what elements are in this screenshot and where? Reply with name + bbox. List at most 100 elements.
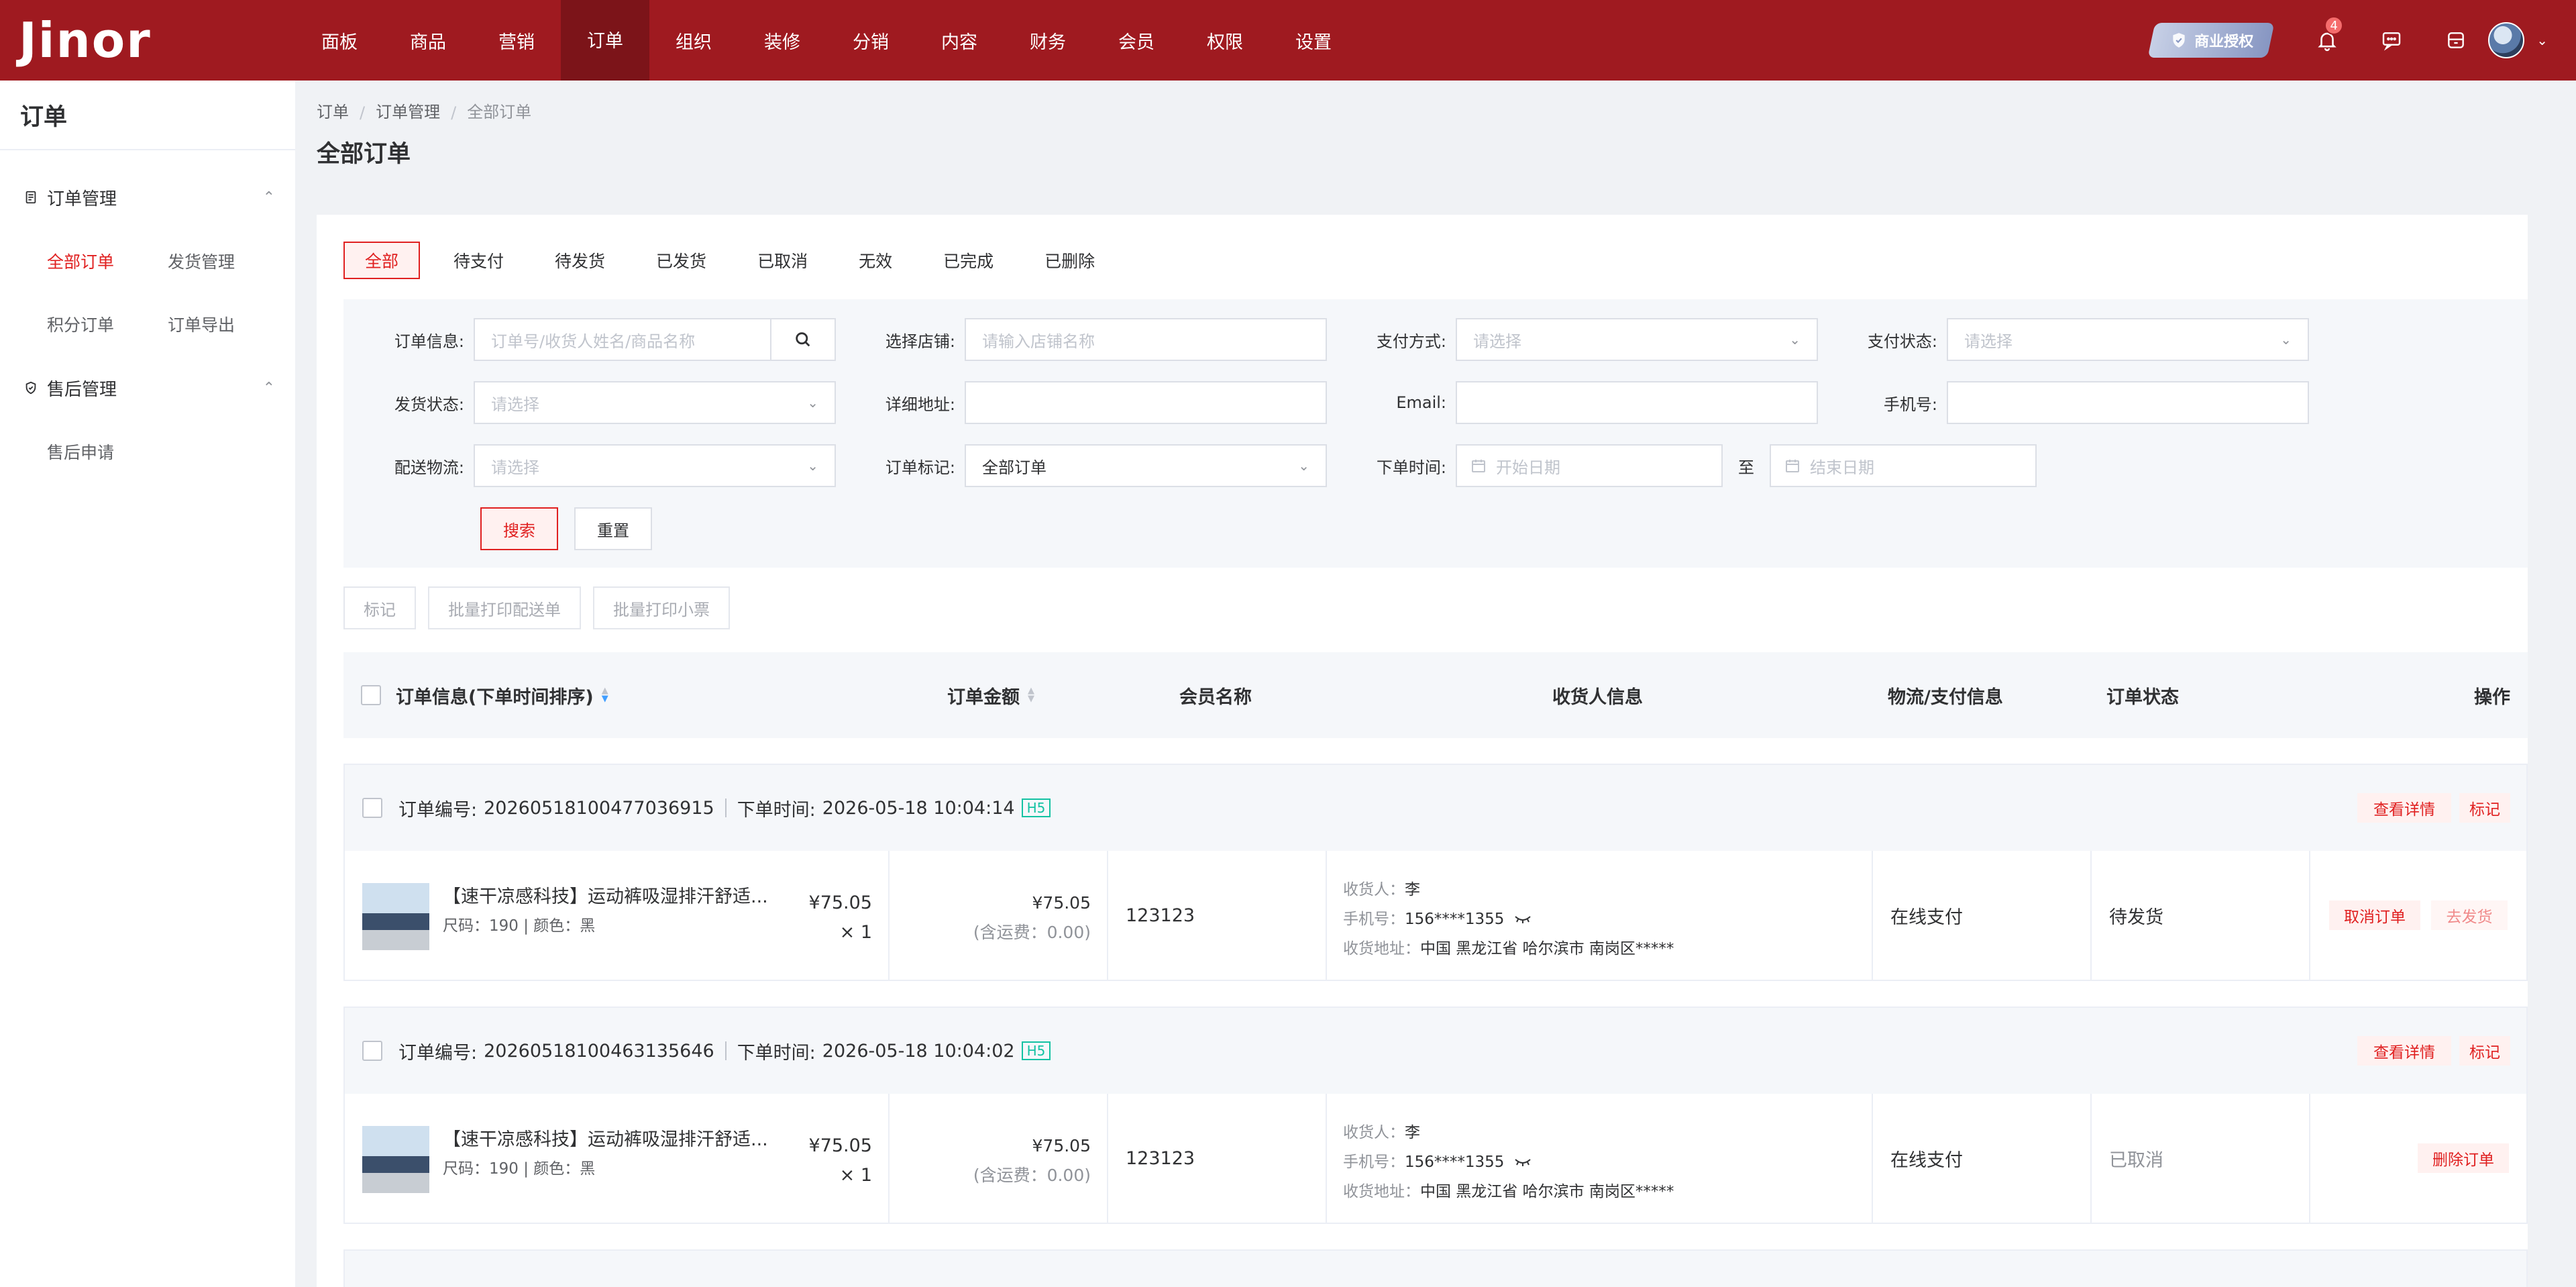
order-card-header: 订单编号: 20260518100477036915 下单时间: 2026-05… (345, 765, 2526, 851)
pay-status-select[interactable]: 请选择 ⌄ (1947, 318, 2309, 361)
order-card: 订单编号: 20260518100463135646 下单时间: 2026-05… (343, 1007, 2528, 1224)
nav-products[interactable]: 商品 (384, 0, 472, 81)
tab-deleted[interactable]: 已删除 (1027, 242, 1112, 279)
batch-print-receipt-button[interactable]: 批量打印小票 (593, 586, 730, 629)
tab-cancelled[interactable]: 已取消 (740, 242, 825, 279)
product-thumbnail[interactable] (362, 883, 429, 950)
mark-button[interactable]: 标记 (2459, 793, 2510, 823)
order-search-button[interactable] (771, 318, 836, 361)
product-thumbnail[interactable] (362, 1126, 429, 1193)
select-all-checkbox[interactable] (361, 685, 381, 705)
top-header: Jinor 面板 商品 营销 订单 组织 装修 分销 内容 财务 会员 权限 设… (0, 0, 2576, 81)
order-checkbox[interactable] (362, 1041, 382, 1061)
logistics-label: 配送物流: (394, 458, 464, 477)
order-mark-select[interactable]: 全部订单 ⌄ (965, 444, 1327, 487)
order-no: 20260518100477036915 (484, 797, 714, 819)
nav-distribution[interactable]: 分销 (826, 0, 915, 81)
orders-panel: 全部 待支付 待发货 已发货 已取消 无效 已完成 已删除 订单信息: 订单号/… (317, 215, 2528, 1287)
order-info-input[interactable]: 订单号/收货人姓名/商品名称 (474, 318, 771, 361)
breadcrumb: 订单 / 订单管理 / 全部订单 (317, 81, 2528, 122)
end-date-picker[interactable]: 结束日期 (1770, 444, 2037, 487)
logistics-select[interactable]: 请选择 ⌄ (474, 444, 836, 487)
view-detail-button[interactable]: 查看详情 (2357, 793, 2451, 823)
cancel-order-button[interactable]: 取消订单 (2329, 900, 2420, 930)
address-label: 收货地址： (1343, 940, 1420, 958)
eye-closed-icon[interactable] (1513, 1155, 1532, 1169)
amount-cell: ¥75.05 (含运费：0.00) (890, 851, 1108, 980)
breadcrumb-current: 全部订单 (467, 103, 532, 121)
nav-finance[interactable]: 财务 (1004, 0, 1092, 81)
tab-pending-shipment[interactable]: 待发货 (537, 242, 623, 279)
shield-check-icon (23, 380, 39, 396)
header-amount[interactable]: 订单金额 ▲ ▼ (947, 652, 1034, 738)
header-order-info[interactable]: 订单信息(下单时间排序) ▲ ▼ (396, 652, 608, 738)
message-button[interactable] (2359, 0, 2424, 81)
tab-pending-payment[interactable]: 待支付 (436, 242, 521, 279)
view-detail-button[interactable]: 查看详情 (2357, 1036, 2451, 1066)
email-field[interactable] (1456, 381, 1818, 424)
sidebar-group-after-sales[interactable]: 售后管理 ⌃ (0, 356, 295, 420)
header-order-info-label: 订单信息(下单时间排序) (396, 686, 594, 708)
header-status: 订单状态 (2106, 686, 2179, 708)
reset-button[interactable]: 重置 (574, 507, 652, 550)
nav-marketing[interactable]: 营销 (472, 0, 561, 81)
breadcrumb-item[interactable]: 订单管理 (376, 99, 440, 122)
license-badge[interactable]: 商业授权 (2147, 23, 2275, 58)
header-amount-label: 订单金额 (947, 686, 1020, 708)
product-title[interactable]: 【速干凉感科技】运动裤吸湿排汗舒适... (443, 1125, 792, 1151)
batch-print-delivery-button[interactable]: 批量打印配送单 (428, 586, 581, 629)
order-no-label: 订单编号: (398, 1042, 478, 1064)
sidebar-item-after-sales-request[interactable]: 售后申请 (47, 420, 168, 483)
nav-organization[interactable]: 组织 (649, 0, 738, 81)
nav-orders[interactable]: 订单 (561, 0, 649, 81)
ship-status-select[interactable]: 请选择 ⌄ (474, 381, 836, 424)
sort-icon[interactable]: ▲ ▼ (602, 686, 608, 703)
sidebar-title: 订单 (0, 81, 295, 150)
sidebar-item-shipping[interactable]: 发货管理 (168, 229, 288, 293)
store-input[interactable]: 请输入店铺名称 (965, 318, 1327, 361)
chevron-down-icon[interactable]: ⌄ (2536, 32, 2548, 48)
store-button[interactable] (2424, 0, 2488, 81)
breadcrumb-item[interactable]: 订单 (317, 99, 349, 122)
start-date-picker[interactable]: 开始日期 (1456, 444, 1723, 487)
tab-invalid[interactable]: 无效 (841, 242, 910, 279)
header-receiver: 收货人信息 (1552, 686, 1643, 708)
product-title[interactable]: 【速干凉感科技】运动裤吸湿排汗舒适... (443, 882, 792, 908)
order-checkbox[interactable] (362, 798, 382, 818)
eye-closed-icon[interactable] (1513, 913, 1532, 926)
nav-decoration[interactable]: 装修 (738, 0, 826, 81)
nav-content[interactable]: 内容 (915, 0, 1004, 81)
tab-shipped[interactable]: 已发货 (639, 242, 724, 279)
sidebar-submenu-orders: 全部订单 发货管理 积分订单 订单导出 (0, 229, 295, 356)
tab-all[interactable]: 全部 (343, 242, 421, 279)
product-spec: 尺码：190 | 颜色：黑 (443, 1160, 596, 1178)
notification-button[interactable]: 4 (2295, 0, 2359, 81)
calendar-icon (1472, 460, 1485, 472)
tab-completed[interactable]: 已完成 (926, 242, 1011, 279)
nav-permissions[interactable]: 权限 (1181, 0, 1269, 81)
order-time: 2026-05-18 10:04:02 (822, 1040, 1015, 1062)
user-avatar[interactable] (2488, 22, 2525, 58)
start-date-placeholder: 开始日期 (1496, 458, 1560, 477)
nav-members[interactable]: 会员 (1092, 0, 1181, 81)
pay-method-select[interactable]: 请选择 ⌄ (1456, 318, 1818, 361)
search-button[interactable]: 搜索 (480, 507, 558, 550)
member-cell: 123123 (1108, 1094, 1327, 1223)
address-input[interactable] (965, 381, 1327, 424)
batch-mark-button[interactable]: 标记 (343, 586, 416, 629)
sidebar-group-order-management[interactable]: 订单管理 ⌃ (0, 165, 295, 229)
nav-settings[interactable]: 设置 (1269, 0, 1358, 81)
nav-dashboard[interactable]: 面板 (295, 0, 384, 81)
mark-button[interactable]: 标记 (2459, 1036, 2510, 1066)
order-info-label: 订单信息: (394, 331, 464, 351)
sort-icon[interactable]: ▲ ▼ (1028, 686, 1034, 703)
sidebar-item-all-orders[interactable]: 全部订单 (47, 229, 168, 293)
ship-order-button[interactable]: 去发货 (2431, 900, 2508, 930)
sidebar-item-points-orders[interactable]: 积分订单 (47, 293, 168, 356)
phone-field[interactable] (1947, 381, 2309, 424)
delete-order-button[interactable]: 删除订单 (2418, 1143, 2509, 1173)
ship-status-label: 发货状态: (394, 395, 464, 414)
sidebar-item-order-export[interactable]: 订单导出 (168, 293, 288, 356)
receiver-name: 李 (1405, 881, 1420, 898)
app-logo[interactable]: Jinor (0, 0, 295, 81)
